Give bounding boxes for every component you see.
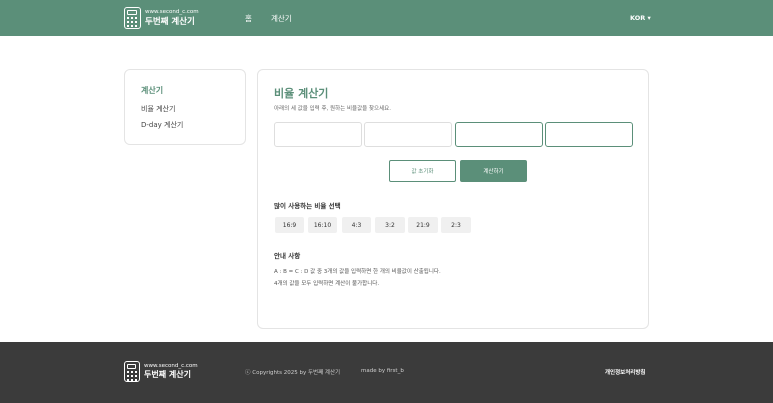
footer: www.second_c.com 두번째 계산기 ⓒ Copyrights 20…	[0, 342, 773, 403]
guide-line: A : B = C : D 값 중 3개의 값을 입력하면 한 개의 비율값이 …	[274, 269, 441, 275]
footer-logo-title: 두번째 계산기	[144, 370, 191, 380]
page-title: 비율 계산기	[274, 87, 329, 100]
made-by-text: made by first_b	[361, 368, 404, 374]
guide-title: 안내 사항	[274, 252, 301, 260]
input-c[interactable]	[455, 122, 543, 147]
sidebar-item-ratio-calculator[interactable]: 비율 계산기	[141, 104, 175, 114]
language-selector[interactable]: KOR ▾	[630, 14, 651, 22]
ratio-chip-2-3[interactable]: 2:3	[441, 217, 471, 233]
calculator-icon	[124, 7, 141, 29]
ratio-chip-16-10[interactable]: 16:10	[308, 217, 337, 233]
logo-url: www.second_c.com	[145, 9, 199, 15]
input-a[interactable]	[274, 122, 362, 147]
ratio-chip-16-9[interactable]: 16:9	[275, 217, 304, 233]
sidebar-item-dday-calculator[interactable]: D-day 계산기	[141, 120, 183, 130]
ratio-section-title: 많이 사용하는 비율 선택	[274, 202, 341, 210]
nav-calculator[interactable]: 계산기	[271, 13, 292, 24]
footer-logo-url: www.second_c.com	[144, 362, 198, 369]
header: www.second_c.com 두번째 계산기 홈 계산기 KOR ▾	[0, 0, 773, 36]
footer-logo[interactable]: www.second_c.com 두번째 계산기	[124, 361, 198, 382]
input-d[interactable]	[545, 122, 633, 147]
calculate-button[interactable]: 계산하기	[460, 160, 527, 182]
ratio-calculator-card: 비율 계산기 아래의 세 값을 입력 후, 원하는 비율값을 찾으세요. 값 초…	[257, 69, 649, 329]
calculator-icon	[124, 361, 140, 382]
ratio-chip-4-3[interactable]: 4:3	[342, 217, 371, 233]
input-b[interactable]	[364, 122, 452, 147]
reset-button[interactable]: 값 초기화	[389, 160, 456, 182]
nav-home[interactable]: 홈	[245, 13, 252, 24]
copyright-text: ⓒ Copyrights 2025 by 두번째 계산기	[245, 370, 341, 376]
logo-title: 두번째 계산기	[145, 16, 195, 27]
page-subtitle: 아래의 세 값을 입력 후, 원하는 비율값을 찾으세요.	[274, 106, 391, 112]
privacy-policy-link[interactable]: 개인정보처리방침	[605, 368, 645, 376]
guide-line: 4개의 값을 모두 입력하면 계산이 불가합니다.	[274, 281, 380, 287]
ratio-chip-3-2[interactable]: 3:2	[375, 217, 405, 233]
sidebar-title: 계산기	[141, 86, 164, 95]
ratio-chip-21-9[interactable]: 21:9	[408, 217, 438, 233]
sidebar: 계산기 비율 계산기 D-day 계산기	[124, 69, 246, 145]
logo[interactable]: www.second_c.com 두번째 계산기	[124, 7, 199, 29]
